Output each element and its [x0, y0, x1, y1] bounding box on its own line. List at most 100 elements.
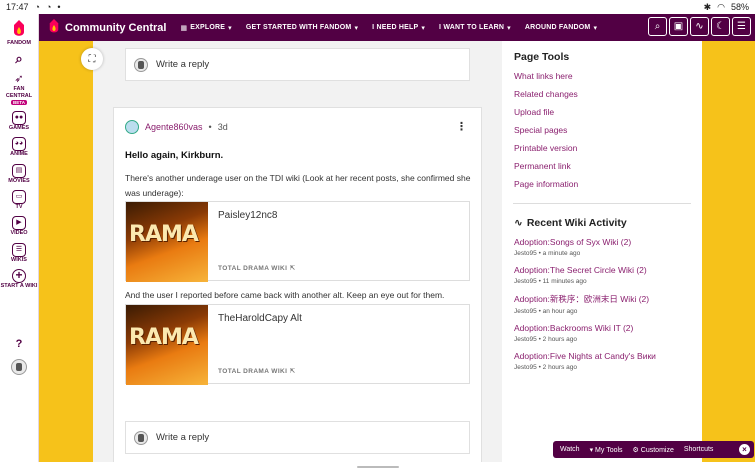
rail-item-video[interactable]: ▶ VIDEO: [10, 216, 28, 236]
link-related-changes[interactable]: Related changes: [514, 89, 578, 99]
activity-meta: Jesto95 • a minute ago: [514, 250, 581, 257]
link-what-links-here[interactable]: What links here: [514, 71, 578, 81]
activity-link[interactable]: Adoption:Songs of Syx Wiki (2): [514, 237, 694, 247]
rail-item-wikis[interactable]: ☰ WIKIS: [11, 242, 27, 263]
post-heading: Hello again, Kirkburn.: [125, 150, 224, 161]
right-sidebar: Page Tools What links here Related chang…: [502, 41, 702, 462]
gear-icon: ⚙: [632, 446, 639, 454]
film-icon: ▤: [12, 163, 26, 178]
chevron-down-icon: ▾: [593, 24, 598, 32]
activity-item: Adoption:The Secret Circle Wiki (2) Jesto…: [514, 265, 694, 285]
wiki-navigation: ▦ EXPLORE ▾ GET STARTED WITH FANDOM ▾ I NEE…: [180, 24, 597, 32]
nav-explore[interactable]: ▦ EXPLORE ▾: [180, 24, 231, 32]
discussions-icon: ▣: [673, 21, 684, 32]
rail-item-fandom[interactable]: FANDOM: [7, 20, 31, 46]
shortcuts-button[interactable]: Shortcuts: [684, 446, 714, 453]
link-embed[interactable]: RAMA TheHaroldCapy Alt TOTAL DRAMA WIKI …: [125, 304, 470, 385]
reply-box[interactable]: Write a reply: [125, 421, 470, 454]
activity-link[interactable]: Adoption:新秩序：欧洲末日 Wiki (2): [514, 293, 694, 305]
activity-link[interactable]: Adoption:Backrooms Wiki IT (2): [514, 323, 694, 333]
search-button[interactable]: ⌕: [648, 17, 667, 36]
activity-meta: Jesto95 • 2 hours ago: [514, 364, 577, 371]
community-header: Community Central ▦ EXPLORE ▾ GET STARTED …: [39, 14, 755, 41]
explore-icon: ▦: [180, 24, 188, 32]
play-icon: ▶: [12, 216, 26, 231]
wiki-name[interactable]: Community Central: [65, 22, 166, 34]
divider: [513, 203, 691, 204]
link-printable-version[interactable]: Printable version: [514, 143, 578, 153]
global-toolbar: Watch ▾ My Tools ⚙ Customize Shortcuts ×: [553, 441, 754, 458]
rail-item-fan-central[interactable]: ➶ FAN CENTRAL BETA: [0, 72, 38, 106]
search-icon: ⌕: [15, 50, 23, 66]
nav-i-need-help[interactable]: I NEED HELP ▾: [372, 24, 425, 32]
nav-get-started[interactable]: GET STARTED WITH FANDOM ▾: [246, 24, 358, 32]
wifi-icon: ◠: [717, 1, 725, 12]
post-time: 3d: [217, 122, 228, 132]
external-link-icon: ⇱: [289, 368, 296, 375]
embed-title: TheHaroldCapy Alt: [218, 313, 302, 324]
chevron-down-icon: ▾: [421, 24, 426, 32]
recent-changes-button[interactable]: ∿: [690, 17, 709, 36]
activity-meta: Jesto95 • an hour ago: [514, 308, 578, 315]
system-status-bar: 17:47 ◔ ◔ • ✱ ◠ 58%: [0, 0, 755, 14]
post-body: Hello again, Kirkburn. There's another u…: [125, 148, 475, 201]
fandom-logo-icon: [14, 20, 24, 36]
link-upload-file[interactable]: Upload file: [514, 107, 578, 117]
chevron-down-icon: ▾: [507, 24, 511, 32]
chevron-down-icon: ▾: [354, 24, 359, 32]
rail-item-tv[interactable]: ▭ TV: [12, 190, 26, 210]
close-icon[interactable]: ×: [739, 444, 750, 455]
nav-i-want-to-learn[interactable]: I WANT TO LEARN ▾: [439, 24, 511, 32]
recent-activity-title: Recent Wiki Activity: [526, 217, 627, 229]
reply-placeholder: Write a reply: [156, 432, 210, 443]
page-tools-title: Page Tools: [514, 51, 570, 63]
rail-item-start-a-wiki[interactable]: + START A WIKI: [1, 268, 38, 289]
theme-toggle-button[interactable]: ☾: [711, 17, 730, 36]
activity-item: Adoption:新秩序：欧洲末日 Wiki (2) Jesto95 • an h…: [514, 293, 694, 315]
activity-meta: Jesto95 • 2 hours ago: [514, 336, 577, 343]
post-paragraph: And the user I reported before came back…: [125, 290, 445, 300]
rail-help[interactable]: ?: [12, 337, 26, 351]
avatar-icon: [134, 57, 148, 72]
beta-badge: BETA: [11, 99, 27, 106]
global-navigation-rail: FANDOM ⌕ ➶ FAN CENTRAL BETA ●● GAMES ◕◕ AN…: [0, 14, 39, 472]
activity-link[interactable]: Adoption:The Secret Circle Wiki (2): [514, 265, 694, 275]
embed-title: Paisley12nc8: [218, 210, 278, 221]
watch-button[interactable]: Watch: [560, 446, 580, 453]
clock: 17:47: [6, 2, 29, 12]
rail-item-movies[interactable]: ▤ MOVIES: [8, 163, 30, 184]
messenger-icon: ◔: [34, 2, 40, 12]
post-header: Agente860vas • 3d: [125, 120, 228, 134]
activity-icon: ∿: [514, 217, 523, 229]
link-permanent-link[interactable]: Permanent link: [514, 161, 578, 171]
reply-box[interactable]: Write a reply: [125, 48, 470, 81]
search-icon: ⌕: [654, 21, 661, 32]
rail-user-avatar[interactable]: [11, 359, 27, 376]
discussions-button[interactable]: ▣: [669, 17, 688, 36]
toc-button[interactable]: ☰: [732, 17, 751, 36]
rocket-icon: ➶: [14, 72, 24, 85]
more-options-icon[interactable]: ⋮: [456, 120, 467, 133]
embed-thumbnail: RAMA: [126, 305, 208, 385]
reply-post: Agente860vas • 3d ⋮ Hello again, Kirkbur…: [113, 107, 482, 462]
link-embed[interactable]: RAMA Paisley12nc8 TOTAL DRAMA WIKI ⇱: [125, 201, 470, 282]
rail-item-games[interactable]: ●● GAMES: [9, 111, 29, 131]
nav-around-fandom[interactable]: AROUND FANDOM ▾: [525, 24, 597, 32]
home-handle[interactable]: [357, 466, 399, 468]
post-author[interactable]: Agente860vas: [145, 122, 203, 132]
rail-item-anime[interactable]: ◕◕ ANIME: [10, 137, 28, 157]
my-tools-button[interactable]: ▾ My Tools: [590, 446, 623, 454]
anime-icon: ◕◕: [11, 137, 26, 152]
activity-item: Adoption:Backrooms Wiki IT (2) Jesto95 • …: [514, 323, 694, 343]
customize-button[interactable]: ⚙ Customize: [633, 446, 674, 454]
rail-search[interactable]: ⌕: [12, 50, 26, 66]
avatar[interactable]: [125, 120, 139, 134]
activity-item: Adoption:Songs of Syx Wiki (2) Jesto95 • …: [514, 237, 694, 257]
link-special-pages[interactable]: Special pages: [514, 125, 578, 135]
link-page-information[interactable]: Page information: [514, 179, 578, 189]
expand-icon[interactable]: ⛶: [81, 48, 103, 70]
fandom-logo-icon[interactable]: [47, 19, 61, 36]
activity-link[interactable]: Adoption:Five Nights at Candy's Вики: [514, 351, 694, 361]
plus-circle-icon: +: [11, 268, 26, 283]
book-icon: ☰: [11, 242, 26, 257]
